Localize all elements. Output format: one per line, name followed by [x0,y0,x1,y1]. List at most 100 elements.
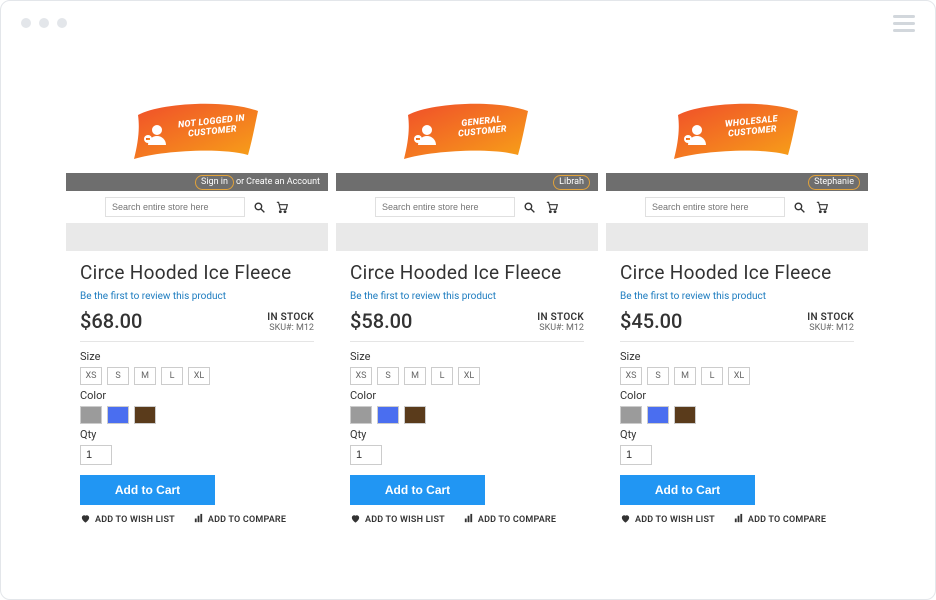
color-swatch[interactable] [134,406,156,424]
account-separator: or [236,177,244,187]
size-swatch[interactable]: L [701,367,723,385]
size-swatch[interactable]: L [161,367,183,385]
compare-icon [193,513,204,527]
color-swatch[interactable] [80,406,102,424]
size-swatch[interactable]: M [404,367,426,385]
divider [350,341,584,342]
create-account-link[interactable]: Create an Account [246,177,320,187]
window-dot [39,18,49,28]
add-to-wishlist[interactable]: ADD TO WISH LIST [80,513,175,527]
add-to-wishlist[interactable]: ADD TO WISH LIST [620,513,715,527]
banner: Not Logged In Customer [66,91,328,173]
color-swatch[interactable] [404,406,426,424]
add-to-compare[interactable]: ADD TO COMPARE [733,513,826,527]
product-title: Circe Hooded Ice Fleece [80,261,314,284]
account-name[interactable]: Stephanie [808,175,860,190]
account-bar: Sign in or Create an Account [66,173,328,191]
color-swatch[interactable] [620,406,642,424]
size-swatch[interactable]: XS [350,367,372,385]
review-link[interactable]: Be the first to review this product [350,291,496,302]
spacer [66,223,328,251]
heart-icon [80,513,91,527]
add-to-compare[interactable]: ADD TO COMPARE [193,513,286,527]
size-swatch[interactable]: XL [188,367,210,385]
compare-icon [733,513,744,527]
sku-label: SKU#: M12 [807,323,854,333]
cards-row: Not Logged In Customer Sign in or Create… [66,91,870,537]
storefront-card: General Customer Librah Circe Hooded Ice… [336,91,598,537]
sign-in-link[interactable]: Sign in [195,175,234,190]
window-dot [57,18,67,28]
search-row [66,191,328,223]
color-swatch[interactable] [350,406,372,424]
account-bar: Librah [336,173,598,191]
search-input[interactable] [375,197,515,217]
size-swatch[interactable]: L [431,367,453,385]
product-title: Circe Hooded Ice Fleece [350,261,584,284]
size-swatch[interactable]: XL [458,367,480,385]
search-icon[interactable] [251,199,267,215]
cart-icon[interactable] [543,199,559,215]
size-swatch[interactable]: XS [80,367,102,385]
divider [620,341,854,342]
add-to-compare[interactable]: ADD TO COMPARE [463,513,556,527]
search-icon[interactable] [521,199,537,215]
stock-label: IN STOCK [537,312,584,323]
cart-icon[interactable] [273,199,289,215]
stock-label: IN STOCK [807,312,854,323]
stock-label: IN STOCK [267,312,314,323]
price: $58.00 [350,309,412,333]
traffic-lights [21,18,67,28]
customer-flag: General Customer [400,97,535,167]
search-input[interactable] [105,197,245,217]
qty-label: Qty [80,428,314,441]
qty-label: Qty [620,428,854,441]
size-swatch[interactable]: M [134,367,156,385]
storefront-card: Wholesale Customer Stephanie Circe Hoode… [606,91,868,537]
person-icon [414,123,440,145]
product-panel: Circe Hooded Ice Fleece Be the first to … [606,251,868,537]
heart-icon [620,513,631,527]
color-swatch[interactable] [674,406,696,424]
add-to-cart-button[interactable]: Add to Cart [350,475,485,505]
color-swatch[interactable] [107,406,129,424]
search-icon[interactable] [791,199,807,215]
color-label: Color [80,389,314,402]
price: $45.00 [620,309,682,333]
banner: General Customer [336,91,598,173]
banner: Wholesale Customer [606,91,868,173]
product-panel: Circe Hooded Ice Fleece Be the first to … [336,251,598,537]
titlebar [1,1,935,45]
search-input[interactable] [645,197,785,217]
size-label: Size [620,350,854,363]
search-row [336,191,598,223]
qty-input[interactable] [350,445,382,465]
review-link[interactable]: Be the first to review this product [620,291,766,302]
size-swatch[interactable]: S [647,367,669,385]
add-to-cart-button[interactable]: Add to Cart [620,475,755,505]
color-swatch[interactable] [647,406,669,424]
heart-icon [350,513,361,527]
cart-icon[interactable] [813,199,829,215]
product-title: Circe Hooded Ice Fleece [620,261,854,284]
color-label: Color [350,389,584,402]
color-swatch[interactable] [377,406,399,424]
review-link[interactable]: Be the first to review this product [80,291,226,302]
account-name[interactable]: Librah [553,175,590,190]
search-row [606,191,868,223]
qty-input[interactable] [80,445,112,465]
size-swatch[interactable]: XL [728,367,750,385]
product-panel: Circe Hooded Ice Fleece Be the first to … [66,251,328,537]
storefront-card: Not Logged In Customer Sign in or Create… [66,91,328,537]
size-swatch[interactable]: XS [620,367,642,385]
add-to-cart-button[interactable]: Add to Cart [80,475,215,505]
spacer [336,223,598,251]
qty-input[interactable] [620,445,652,465]
menu-icon[interactable] [893,15,915,32]
size-swatch[interactable]: S [107,367,129,385]
size-swatch[interactable]: M [674,367,696,385]
spacer [606,223,868,251]
size-swatch[interactable]: S [377,367,399,385]
add-to-wishlist[interactable]: ADD TO WISH LIST [350,513,445,527]
customer-flag: Not Logged In Customer [130,97,265,167]
